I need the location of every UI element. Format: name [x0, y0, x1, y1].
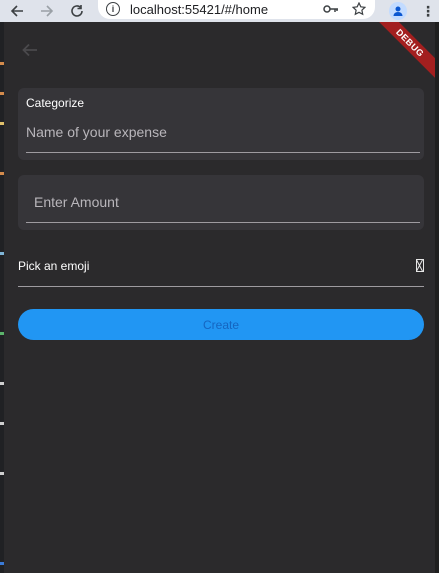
site-info-icon[interactable]: i	[106, 2, 120, 16]
forward-arrow-icon[interactable]	[38, 2, 56, 20]
back-arrow-icon[interactable]	[8, 2, 26, 20]
category-field-underline	[26, 152, 420, 153]
window-edge	[435, 22, 439, 573]
reload-icon[interactable]	[68, 2, 86, 20]
category-field-placeholder: Name of your expense	[26, 124, 167, 140]
url-text: localhost:55421/#/home	[130, 1, 269, 17]
create-button[interactable]: Create	[18, 309, 424, 340]
browser-toolbar: i localhost:55421/#/home ⋮	[0, 0, 439, 22]
category-field[interactable]: Categorize Name of your expense	[18, 88, 424, 160]
debug-banner: DEBUG	[366, 22, 435, 87]
amount-field-placeholder: Enter Amount	[34, 194, 119, 210]
emoji-picker-label: Pick an emoji	[18, 259, 90, 273]
amount-field-underline	[26, 222, 420, 223]
app-screen: DEBUG Categorize Name of your expense En…	[4, 22, 435, 573]
password-key-icon[interactable]	[323, 1, 339, 17]
profile-avatar-icon[interactable]	[389, 2, 407, 20]
back-button[interactable]	[18, 38, 42, 62]
back-arrow-icon	[22, 43, 37, 57]
more-menu-icon[interactable]: ⋮	[421, 3, 435, 20]
amount-field[interactable]: Enter Amount	[18, 175, 424, 230]
category-field-label: Categorize	[26, 96, 85, 110]
missing-glyph-icon[interactable]	[416, 259, 424, 272]
bookmark-star-icon[interactable]	[351, 1, 367, 17]
emoji-picker-underline	[18, 286, 424, 287]
emoji-picker[interactable]: Pick an emoji	[18, 250, 424, 288]
address-bar[interactable]: i localhost:55421/#/home	[98, 0, 375, 19]
